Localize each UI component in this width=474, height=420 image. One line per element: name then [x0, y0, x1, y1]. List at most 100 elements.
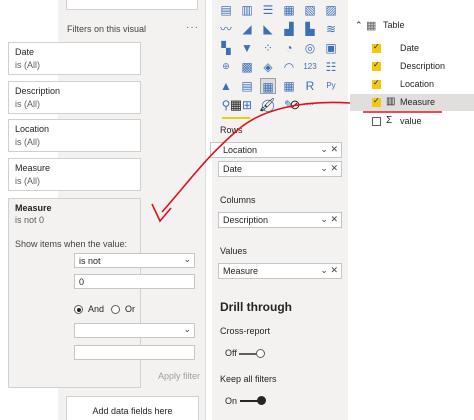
filters-header: Filters on this visual [67, 24, 147, 34]
field-row-value[interactable]: Σ value [350, 113, 474, 130]
more-visuals-icon[interactable]: ··· [302, 97, 318, 113]
second-operator-dropdown[interactable]: ⌄ [74, 323, 195, 338]
or-radio[interactable] [111, 305, 120, 314]
cross-report-label: Cross-report [220, 326, 271, 336]
drill-through-title: Drill through [220, 300, 292, 314]
values-label: Values [220, 246, 247, 256]
format-paint-roller-icon[interactable]: 🖌 [258, 97, 276, 113]
table-icon[interactable]: ▦ [260, 78, 276, 94]
filter-card-title: Measure [15, 163, 51, 173]
waterfall-icon[interactable]: ▚ [218, 40, 234, 56]
ribbon-icon[interactable]: ≋ [323, 21, 339, 37]
slicer-icon[interactable]: ▤ [239, 78, 255, 94]
values-well-measure[interactable]: Measure ⌄ ✕ [218, 263, 342, 279]
bar-100-icon[interactable]: ▧ [302, 2, 318, 18]
calculator-icon: ▥ [386, 96, 396, 107]
r-visual-icon[interactable]: R [302, 78, 318, 94]
map-icon[interactable]: 🜨 [218, 59, 234, 75]
filter-card-title: Description [15, 86, 61, 96]
show-items-label: Show items when the value: [15, 239, 128, 249]
chevron-down-icon: ⌄ [183, 254, 191, 264]
filter-card-title: Date [15, 47, 35, 57]
filter-value-text: 0 [79, 277, 85, 287]
gauge-icon[interactable]: ◠ [281, 59, 297, 75]
line-clustered-icon[interactable]: ▙ [302, 21, 318, 37]
field-name: value [400, 116, 422, 126]
filter-card-status: is (All) [15, 137, 40, 147]
column-clustered-icon[interactable]: ▦ [281, 2, 297, 18]
python-visual-icon[interactable]: Py [323, 78, 339, 94]
collapse-chevron-icon[interactable]: ⌃ [355, 20, 363, 31]
chevron-down-close-icon[interactable]: ⌄ ✕ [320, 265, 338, 276]
line-column-icon[interactable]: ▟ [281, 21, 297, 37]
cross-report-toggle[interactable] [239, 349, 265, 359]
and-radio[interactable] [74, 305, 83, 314]
column-100-icon[interactable]: ▨ [323, 2, 339, 18]
field-row-date[interactable]: Date [350, 40, 474, 57]
keep-filters-toggle[interactable] [240, 396, 266, 406]
chevron-down-close-icon[interactable]: ⌄ ✕ [320, 214, 338, 225]
treemap-icon[interactable]: ▣ [323, 40, 339, 56]
rows-well-date[interactable]: Date ⌄ ✕ [218, 161, 342, 177]
area-icon[interactable]: ◢ [239, 21, 255, 37]
donut-icon[interactable]: ◎ [302, 40, 318, 56]
field-row-location[interactable]: Location [350, 76, 474, 93]
line-icon[interactable]: 〰 [218, 21, 234, 37]
column-stacked-icon[interactable]: ▥ [239, 2, 255, 18]
well-field-name: Description [223, 215, 269, 225]
chevron-down-close-icon[interactable]: ⌄ ✕ [320, 163, 338, 174]
powerbi-panes: Filters on this visual ··· Date is (All)… [0, 0, 474, 420]
keep-filters-label: Keep all filters [220, 374, 277, 384]
matrix-icon[interactable]: ▦ [281, 78, 297, 94]
analytics-magnifier-icon[interactable]: ⊘ [286, 97, 304, 113]
filter-card-status: is (All) [15, 99, 40, 109]
more-options-icon[interactable]: ··· [186, 22, 199, 33]
filter-card-measure[interactable]: Measure is (All) [8, 158, 141, 191]
field-checkbox[interactable] [372, 42, 381, 53]
filter-card-status: is (All) [15, 176, 40, 186]
field-name: Measure [400, 97, 436, 107]
pie-icon[interactable]: ◔ [281, 40, 297, 56]
columns-label: Columns [220, 195, 256, 205]
operator-value: is not [79, 256, 101, 266]
shape-map-icon[interactable]: ◈ [260, 59, 276, 75]
card-icon[interactable]: 123 [302, 59, 318, 75]
cross-report-state: Off [225, 348, 237, 358]
second-value-input[interactable] [74, 345, 195, 360]
filled-map-icon[interactable]: ▩ [239, 59, 255, 75]
bar-stacked-icon[interactable]: ▤ [218, 2, 234, 18]
and-label: And [88, 304, 105, 314]
funnel-icon[interactable]: ▼ [239, 40, 255, 56]
apply-filter-button[interactable]: Apply filter [158, 371, 200, 381]
filter-card-location[interactable]: Location is (All) [8, 119, 141, 152]
field-checkbox[interactable] [372, 60, 381, 71]
bar-clustered-icon[interactable]: ☰ [260, 2, 276, 18]
filter-card-date[interactable]: Date is (All) [8, 42, 141, 75]
scatter-icon[interactable]: ⁘ [260, 40, 276, 56]
stacked-area-icon[interactable]: ◣ [260, 21, 276, 37]
filter-value-input[interactable]: 0 [74, 274, 195, 289]
field-checkbox[interactable] [372, 78, 381, 89]
field-checkbox[interactable] [372, 96, 381, 107]
well-field-name: Location [223, 145, 258, 155]
filter-card-title: Measure [15, 203, 52, 213]
chevron-down-close-icon[interactable]: ⌄ ✕ [320, 144, 338, 155]
add-data-fields-well[interactable]: Add data fields here [66, 396, 199, 420]
multirow-card-icon[interactable]: ☷ [323, 59, 339, 75]
kpi-icon[interactable]: ▲ [218, 78, 234, 94]
operator-dropdown[interactable]: is not ⌄ [74, 253, 195, 268]
filter-card-partial [66, 0, 198, 10]
columns-well-description[interactable]: Description ⌄ ✕ [218, 212, 342, 228]
keep-filters-state: On [225, 396, 238, 406]
field-row-description[interactable]: Description [350, 58, 474, 75]
field-checkbox[interactable] [372, 117, 381, 126]
well-field-name: Date [223, 164, 243, 174]
fields-tab-icon[interactable]: ▦ [227, 97, 245, 113]
filter-card-description[interactable]: Description is (All) [8, 81, 141, 114]
field-name: Location [400, 79, 435, 89]
active-tab-indicator [222, 117, 250, 119]
field-row-measure[interactable]: ▥ Measure [350, 94, 474, 111]
table-name[interactable]: Table [383, 20, 405, 30]
rows-well-location[interactable]: Location ⌄ ✕ [210, 142, 342, 158]
chevron-down-icon: ⌄ [183, 324, 191, 334]
